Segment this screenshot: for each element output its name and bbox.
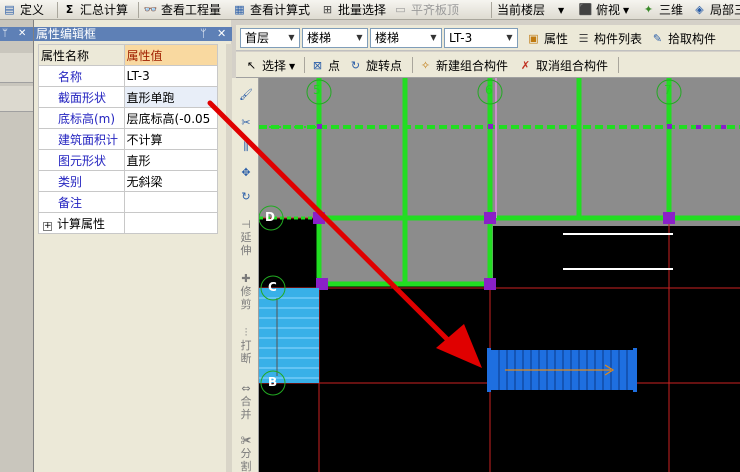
annotation-arrow-shaft (207, 100, 461, 353)
annotation-overlay (207, 100, 482, 368)
annotation-arrow-head (436, 324, 482, 368)
app-window: ▤ 定义 Σ 汇总计算 👓 查看工程量 ▦ 查看计算式 ⊞ 批量选择 ▭ 平齐板… (0, 0, 740, 472)
